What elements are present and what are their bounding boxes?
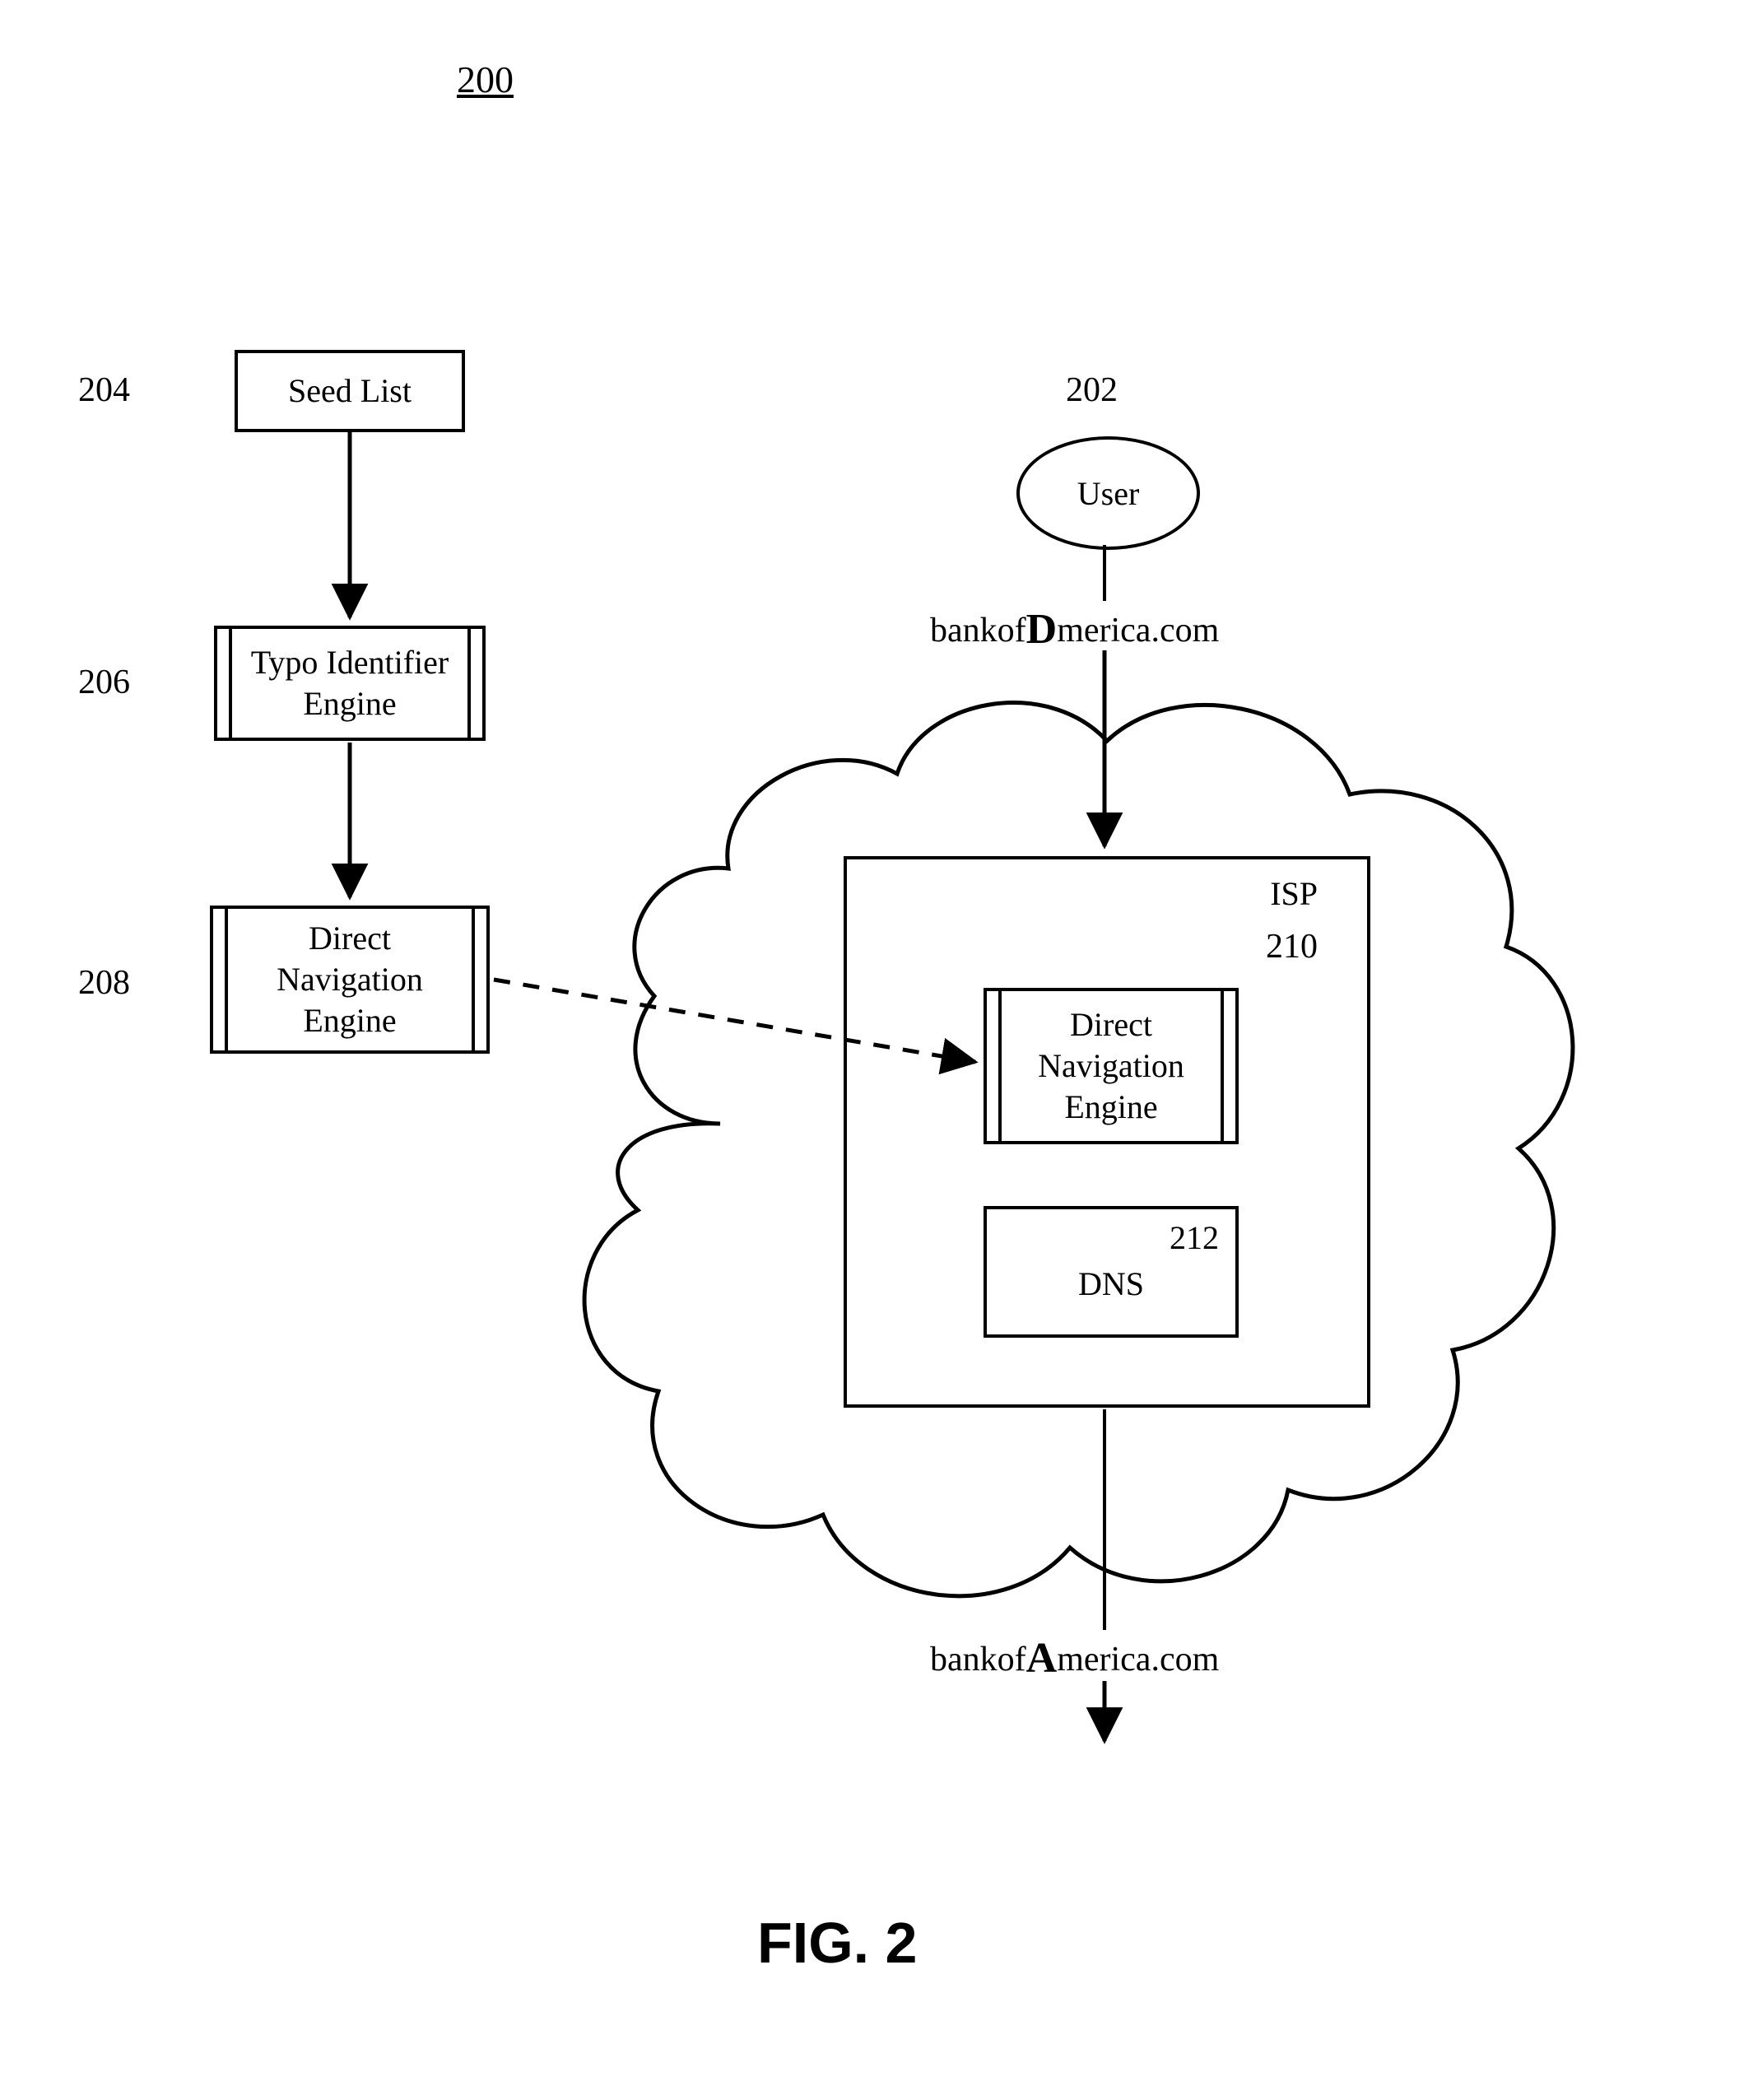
figure-caption: FIG. 2 — [757, 1910, 917, 1976]
user-ellipse: User — [1016, 436, 1200, 550]
ref-208: 208 — [78, 963, 130, 1003]
dn-engine-left-label: Direct Navigation Engine — [277, 918, 423, 1041]
typo-engine-label: Typo Identifier Engine — [251, 642, 449, 724]
typo-url-post: merica.com — [1057, 612, 1219, 650]
dns-box: 212 DNS — [984, 1206, 1239, 1338]
ref-210: 210 — [1266, 927, 1318, 966]
ref-202: 202 — [1066, 370, 1118, 410]
dns-label: DNS — [1078, 1264, 1144, 1305]
corrected-url: bankofAmerica.com — [930, 1634, 1219, 1683]
typo-url: bankofDmerica.com — [930, 605, 1219, 654]
dn-engine-right-label: Direct Navigation Engine — [1038, 1004, 1184, 1128]
ref-206: 206 — [78, 663, 130, 702]
figure-canvas: 200 204 206 208 Seed List Typo Identifie… — [0, 0, 1744, 2100]
typo-engine-box: Typo Identifier Engine — [214, 626, 486, 741]
corr-url-pre: bankof — [930, 1641, 1026, 1679]
typo-url-em: D — [1026, 606, 1058, 653]
seed-list-box: Seed List — [235, 350, 465, 432]
ref-204: 204 — [78, 370, 130, 410]
user-label: User — [1077, 474, 1140, 513]
figure-id: 200 — [457, 58, 514, 101]
corr-url-post: merica.com — [1057, 1641, 1219, 1679]
isp-label: ISP — [1270, 874, 1318, 913]
seed-list-label: Seed List — [288, 370, 412, 412]
corr-url-em: A — [1026, 1635, 1058, 1682]
typo-url-pre: bankof — [930, 612, 1026, 650]
ref-212: 212 — [1170, 1218, 1219, 1259]
dn-engine-left-box: Direct Navigation Engine — [210, 906, 490, 1054]
dn-engine-right-box: Direct Navigation Engine — [984, 988, 1239, 1144]
